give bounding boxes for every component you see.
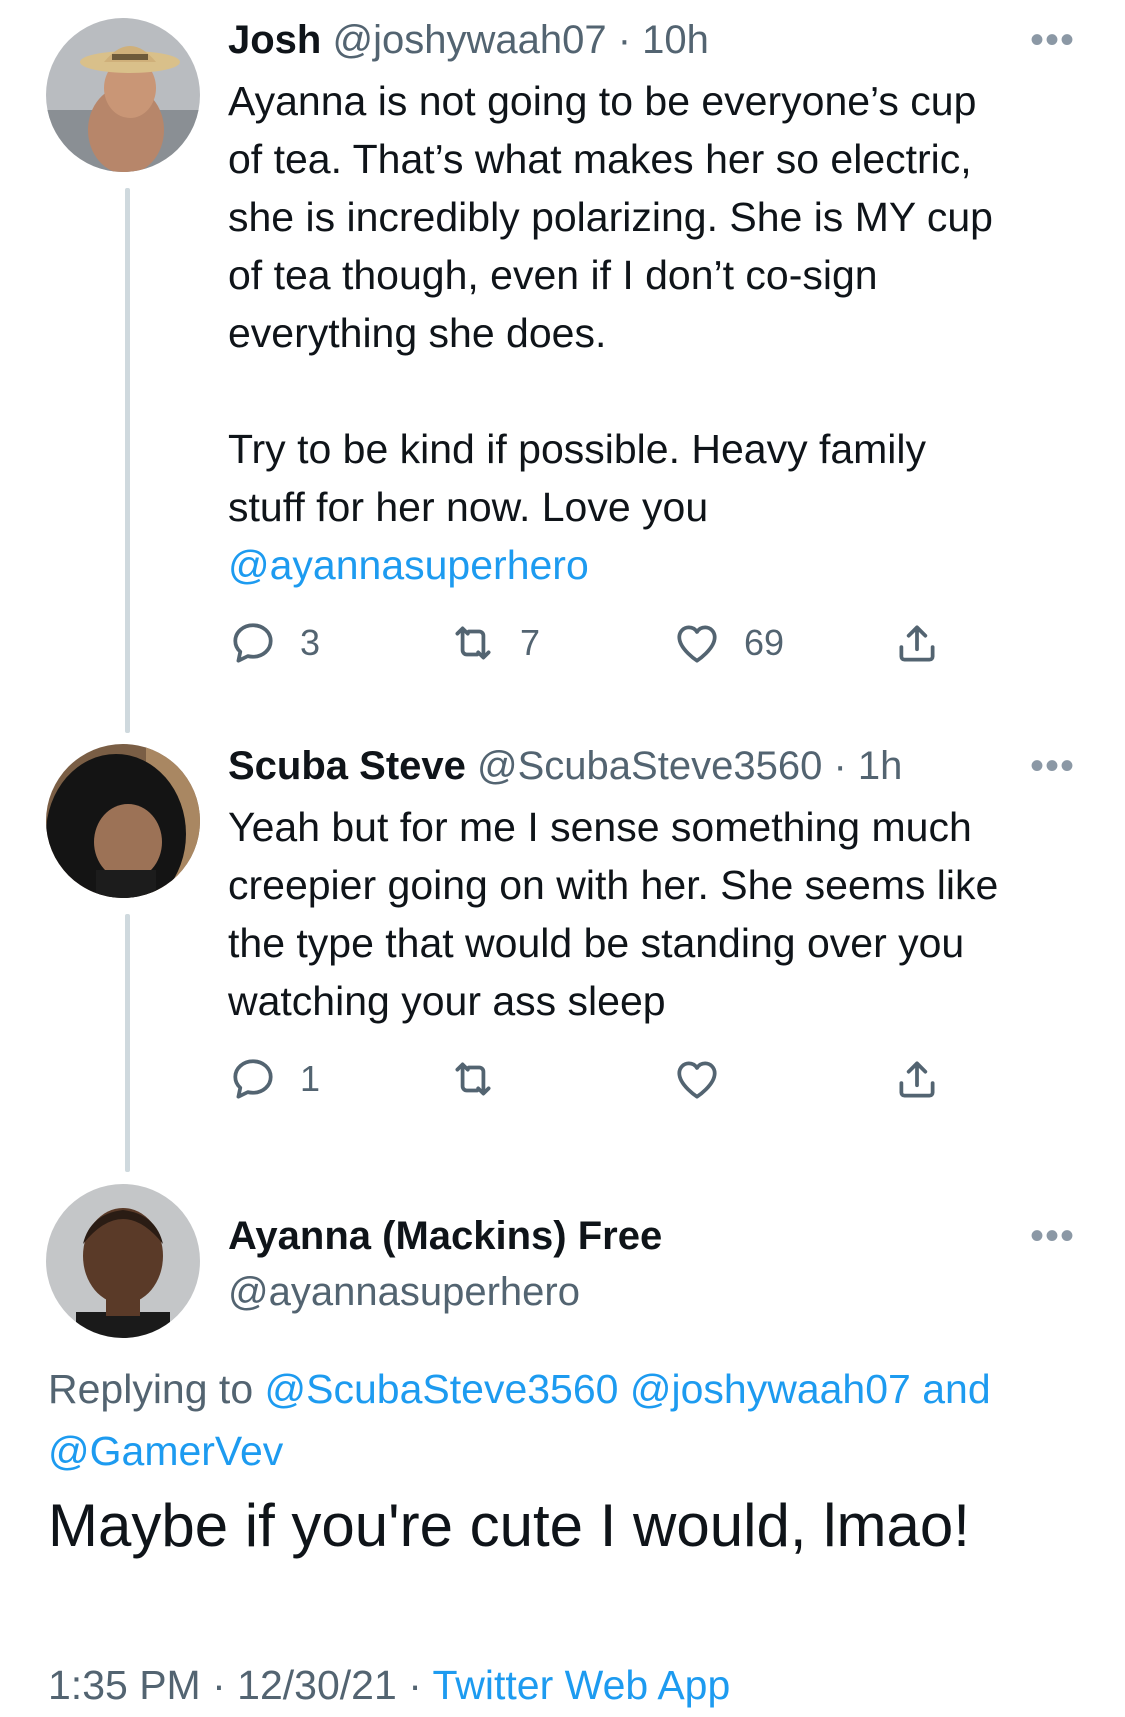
- ayanna-avatar[interactable]: [46, 1184, 200, 1338]
- text-line: Ayanna is not going to be everyone’s cup: [228, 78, 977, 124]
- avatar-hood-icon: [46, 744, 200, 898]
- author-handle[interactable]: @joshywaah07: [332, 18, 606, 62]
- scuba-steve-avatar[interactable]: [46, 744, 200, 898]
- reply-count: 3: [300, 622, 321, 663]
- more-options-icon[interactable]: •••: [1030, 746, 1075, 786]
- retweet-button[interactable]: [448, 1054, 498, 1104]
- text-line: creepier going on with her. She seems li…: [228, 862, 999, 908]
- tweet-date[interactable]: 12/30/21: [237, 1662, 397, 1708]
- josh-avatar[interactable]: [46, 18, 200, 172]
- thread-line-2: [125, 914, 130, 1172]
- scuba-steve-tweet-text: Yeah but for me I sense something much c…: [228, 798, 1088, 1030]
- source-link[interactable]: Twitter Web App: [433, 1662, 731, 1708]
- replying-to-line: Replying to @ScubaSteve3560 @joshywaah07…: [48, 1358, 1088, 1482]
- like-count: 69: [744, 622, 785, 663]
- author-name[interactable]: Josh: [228, 18, 321, 62]
- text-line: Yeah but for me I sense something much: [228, 804, 972, 850]
- text-line: the type that would be standing over you: [228, 920, 965, 966]
- share-button[interactable]: [892, 618, 942, 668]
- reply-icon: [233, 1059, 273, 1099]
- tweet-time[interactable]: 1h: [858, 744, 903, 788]
- text-line: watching your ass sleep: [228, 978, 666, 1024]
- text-line: stuff for her now. Love you: [228, 484, 709, 530]
- separator-dot: ·: [617, 18, 632, 62]
- author-handle[interactable]: @ScubaSteve3560: [477, 744, 822, 788]
- main-tweet-text: Maybe if you're cute I would, lmao!: [48, 1492, 970, 1559]
- separator-dot: ·: [833, 744, 847, 788]
- more-options-icon[interactable]: •••: [1030, 1216, 1075, 1256]
- retweet-icon: [455, 1062, 491, 1096]
- reply-count: 1: [300, 1058, 321, 1099]
- share-button[interactable]: [892, 1054, 942, 1104]
- text-line: Try to be kind if possible. Heavy family: [228, 426, 927, 472]
- reply-mention-link[interactable]: @GamerVev: [48, 1428, 283, 1474]
- reply-icon: [233, 623, 273, 663]
- reply-mention-link[interactable]: @ScubaSteve3560: [265, 1366, 619, 1412]
- josh-tweet-text: Ayanna is not going to be everyone’s cup…: [228, 72, 1088, 594]
- thread-line-1: [125, 188, 130, 733]
- share-icon: [899, 625, 935, 662]
- retweet-icon: [455, 626, 491, 660]
- josh-header: Josh @joshywaah07 · 10h: [228, 16, 709, 64]
- share-icon: [899, 1061, 935, 1098]
- text-line: of tea though, even if I don’t co-sign: [228, 252, 878, 298]
- reply-mention-and[interactable]: and: [922, 1366, 990, 1412]
- author-handle[interactable]: @ayannasuperhero: [228, 1268, 662, 1316]
- reply-button[interactable]: 3: [228, 618, 320, 668]
- reply-button[interactable]: 1: [228, 1054, 320, 1104]
- retweet-button[interactable]: 7: [448, 618, 540, 668]
- tweet-timestamp: 1:35 PM · 12/30/21 · Twitter Web App: [48, 1660, 730, 1710]
- separator-dot: ·: [212, 1662, 226, 1708]
- text-line: of tea. That’s what makes her so electri…: [228, 136, 972, 182]
- like-button[interactable]: 69: [672, 618, 784, 668]
- retweet-count: 7: [520, 622, 541, 663]
- reply-mention-link[interactable]: @joshywaah07: [630, 1366, 911, 1412]
- author-name[interactable]: Ayanna (Mackins) Free: [228, 1212, 662, 1260]
- heart-icon: [677, 1061, 717, 1099]
- more-options-icon[interactable]: •••: [1030, 20, 1075, 60]
- tweet-time[interactable]: 10h: [642, 18, 709, 62]
- heart-icon: [677, 625, 717, 663]
- avatar-cowboy-hat-icon: [46, 18, 200, 172]
- separator-dot: ·: [408, 1662, 422, 1708]
- mention-link[interactable]: @ayannasuperhero: [228, 542, 589, 588]
- scuba-steve-header: Scuba Steve @ScubaSteve3560 · 1h: [228, 742, 902, 790]
- replying-prefix: Replying to: [48, 1366, 254, 1412]
- author-name[interactable]: Scuba Steve: [228, 744, 466, 788]
- ayanna-name-block: Ayanna (Mackins) Free @ayannasuperhero: [228, 1212, 662, 1316]
- avatar-portrait-icon: [46, 1184, 200, 1338]
- text-line: she is incredibly polarizing. She is MY …: [228, 194, 993, 240]
- text-line: everything she does.: [228, 310, 607, 356]
- tweet-time[interactable]: 1:35 PM: [48, 1662, 201, 1708]
- like-button[interactable]: [672, 1054, 722, 1104]
